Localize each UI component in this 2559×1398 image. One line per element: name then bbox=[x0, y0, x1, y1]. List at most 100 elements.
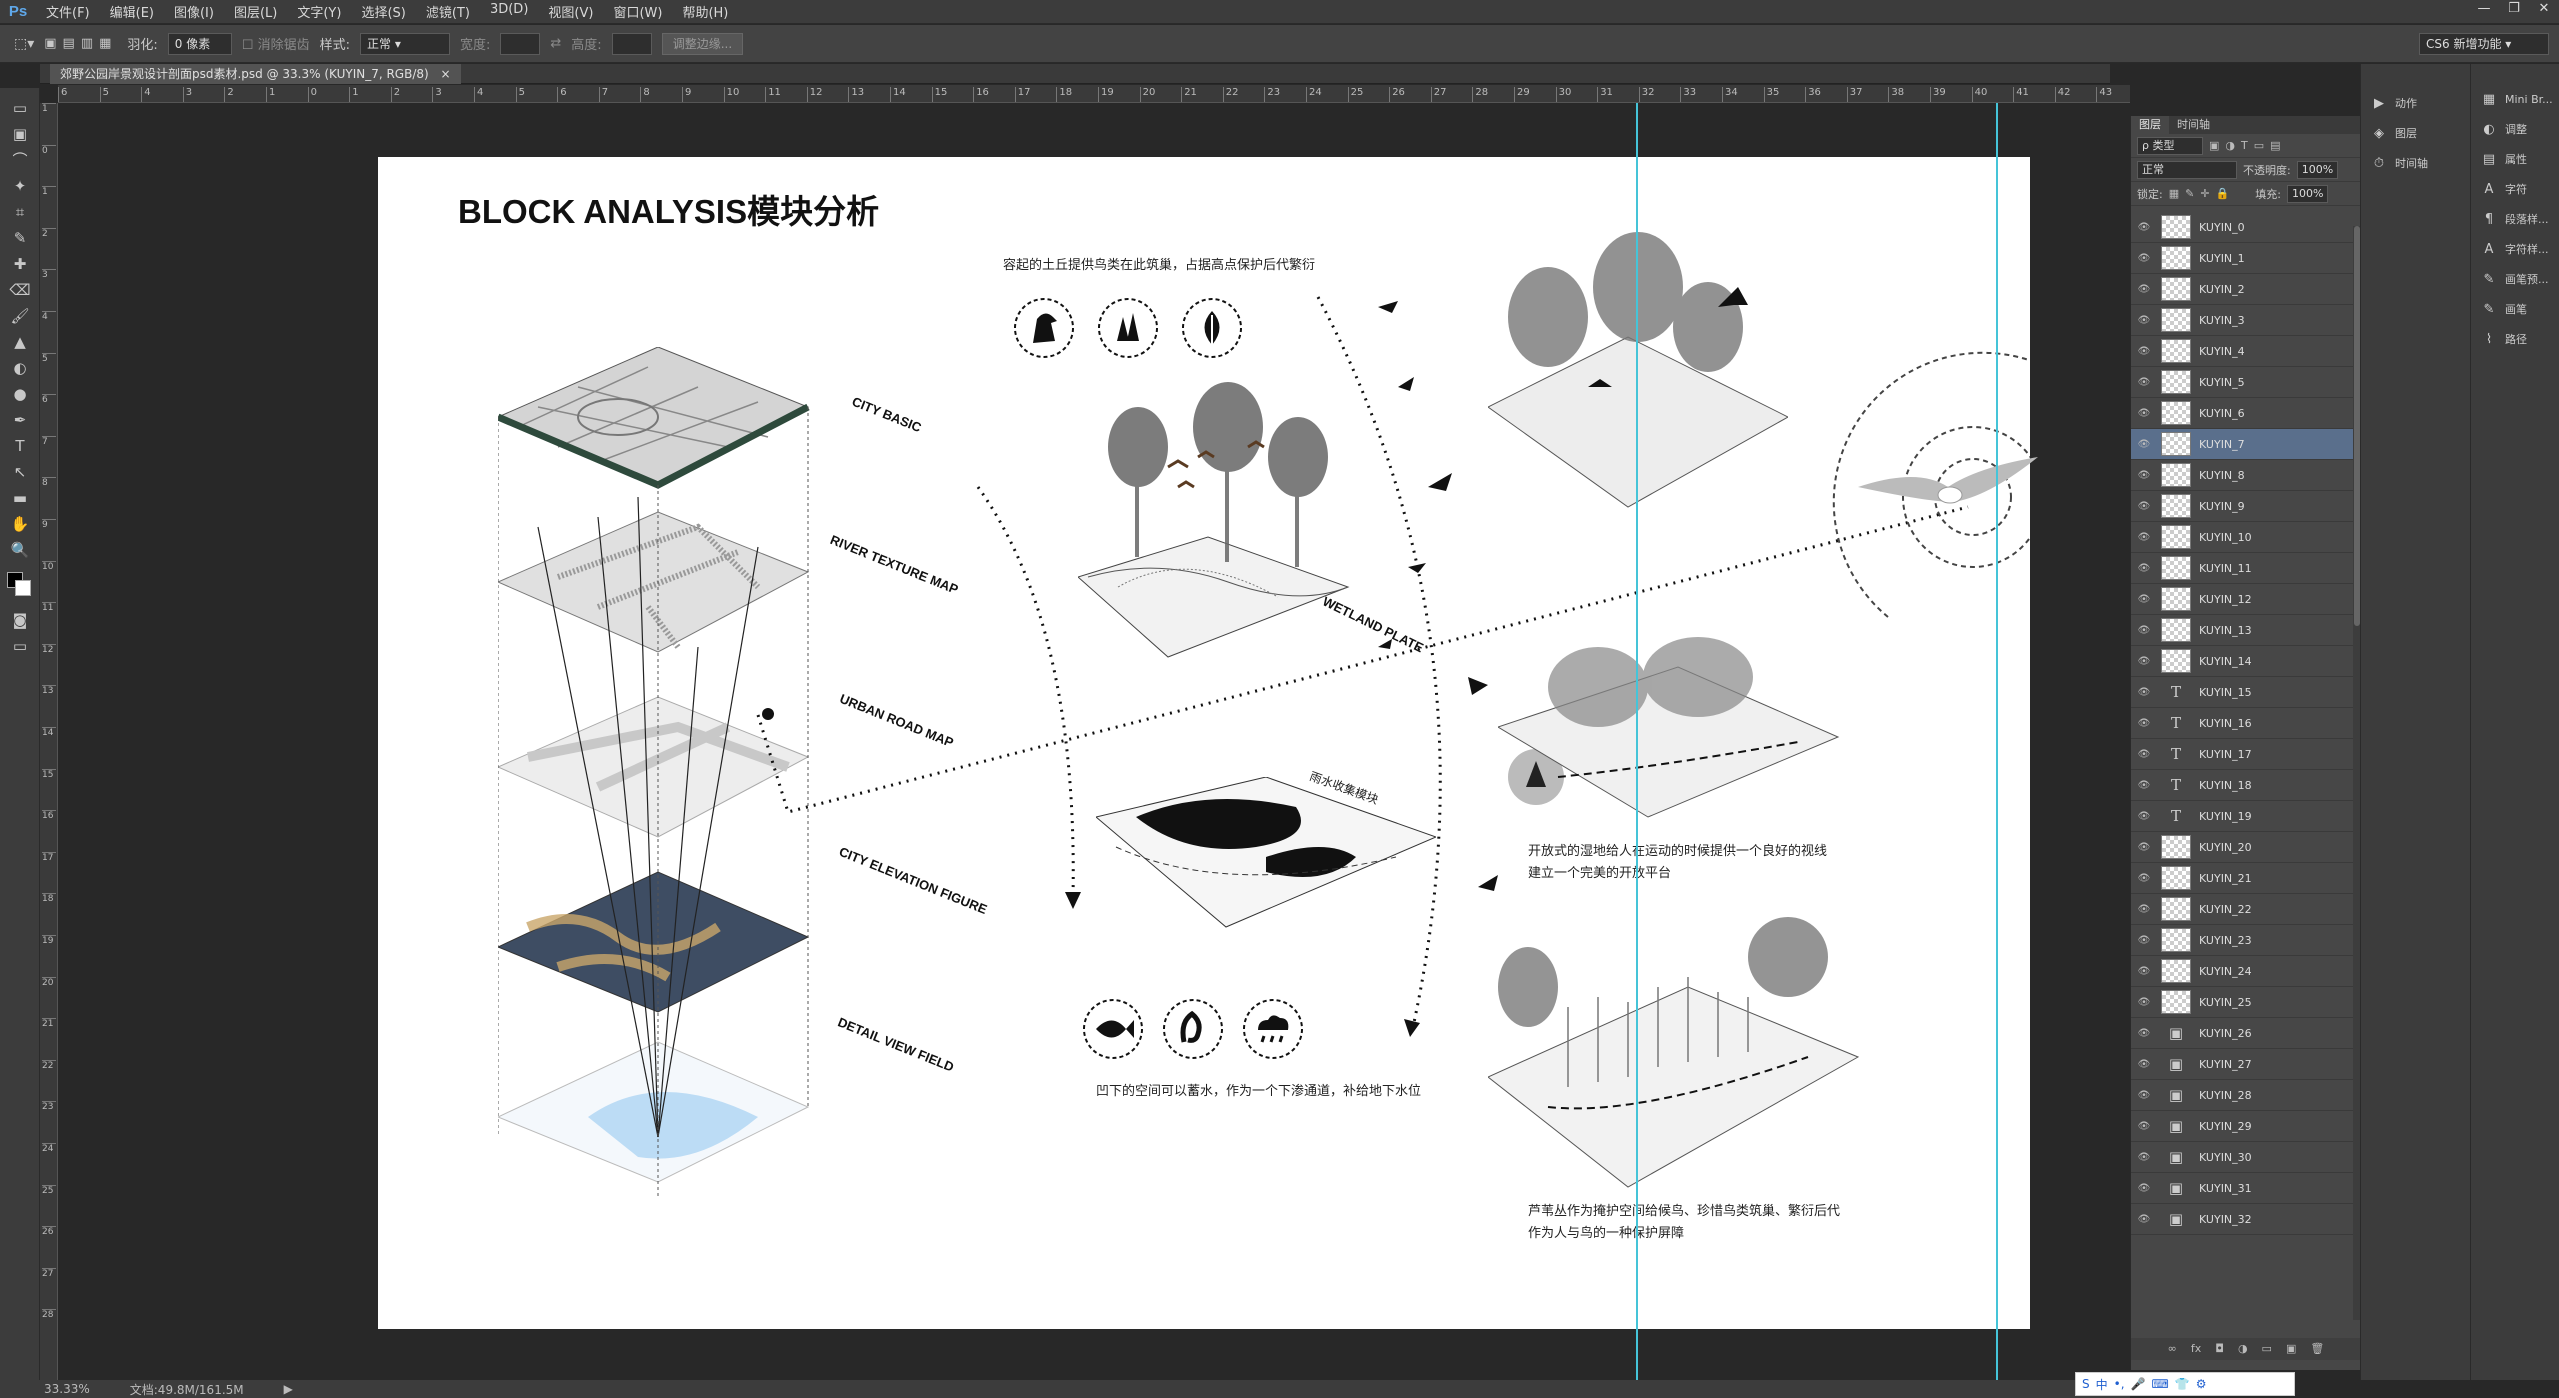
menu-item-0[interactable]: 文件(F) bbox=[36, 2, 100, 21]
minimize-button[interactable]: — bbox=[2469, 0, 2499, 18]
visibility-eye-icon[interactable]: 👁 bbox=[2131, 749, 2157, 760]
visibility-eye-icon[interactable]: 👁 bbox=[2131, 563, 2157, 574]
visibility-eye-icon[interactable]: 👁 bbox=[2131, 656, 2157, 667]
side-panel-item[interactable]: A 字符样... bbox=[2471, 234, 2559, 264]
workspace-select[interactable]: CS6 新增功能 ▾ bbox=[2419, 33, 2549, 55]
tool-15-icon[interactable]: ▬ bbox=[5, 486, 35, 510]
screen-mode-icon[interactable]: ▭ bbox=[5, 634, 35, 658]
background-color-swatch[interactable] bbox=[15, 580, 31, 596]
layer-row[interactable]: 👁 T KUYIN_15 bbox=[2131, 677, 2361, 708]
close-tab-icon[interactable]: × bbox=[441, 67, 451, 81]
layer-row[interactable]: 👁 ▣ KUYIN_29 bbox=[2131, 1111, 2361, 1142]
layers-footer-icon-2[interactable]: ◘ bbox=[2215, 1338, 2224, 1360]
tool-14-icon[interactable]: ↖ bbox=[5, 460, 35, 484]
side-panel-item[interactable]: ✎ 画笔 bbox=[2471, 294, 2559, 324]
tool-17-icon[interactable]: 🔍 bbox=[5, 538, 35, 562]
visibility-eye-icon[interactable]: 👁 bbox=[2131, 501, 2157, 512]
tool-3-icon[interactable]: ✦ bbox=[5, 174, 35, 198]
horizontal-ruler[interactable]: 6 5 4 3 2 1 0 1 2 3 4 5 6 7 8 9 10 11 12 13 14 15 16 17 18 19 20 21… bbox=[58, 85, 2130, 103]
menu-item-4[interactable]: 文字(Y) bbox=[287, 2, 351, 21]
vertical-ruler[interactable]: 1 0 1 2 3 4 5 6 7 8 9 10 11 12 13 14 15 16 17 18 19 20 21 22 23 2… bbox=[40, 103, 58, 1380]
layer-row[interactable]: 👁 KUYIN_2 bbox=[2131, 274, 2361, 305]
ime-icon-6[interactable]: ⚙ bbox=[2196, 1377, 2207, 1391]
visibility-eye-icon[interactable]: 👁 bbox=[2131, 532, 2157, 543]
menu-item-2[interactable]: 图像(I) bbox=[164, 2, 224, 21]
layer-row[interactable]: 👁 KUYIN_8 bbox=[2131, 460, 2361, 491]
layer-row[interactable]: 👁 ▣ KUYIN_28 bbox=[2131, 1080, 2361, 1111]
guide-line-1[interactable] bbox=[1636, 103, 1638, 1380]
marquee-tool-icon[interactable]: ⬚▾ bbox=[14, 36, 34, 52]
layer-row[interactable]: 👁 KUYIN_24 bbox=[2131, 956, 2361, 987]
document-canvas[interactable]: BLOCK ANALYSIS模块分析 CITY BASIC RIVER TEXT… bbox=[378, 157, 2038, 1329]
layer-row[interactable]: 👁 KUYIN_9 bbox=[2131, 491, 2361, 522]
side-panel-item[interactable]: ▶ 动作 bbox=[2361, 88, 2470, 118]
ime-icon-4[interactable]: ⌨ bbox=[2152, 1377, 2169, 1391]
tool-12-icon[interactable]: ✒ bbox=[5, 408, 35, 432]
width-input[interactable] bbox=[500, 32, 541, 55]
tool-6-icon[interactable]: ✚ bbox=[5, 252, 35, 276]
visibility-eye-icon[interactable]: 👁 bbox=[2131, 718, 2157, 729]
layer-row[interactable]: 👁 KUYIN_4 bbox=[2131, 336, 2361, 367]
layer-row[interactable]: 👁 ▣ KUYIN_31 bbox=[2131, 1173, 2361, 1204]
visibility-eye-icon[interactable]: 👁 bbox=[2131, 408, 2157, 419]
side-panel-item[interactable]: ◈ 图层 bbox=[2361, 118, 2470, 148]
layer-row[interactable]: 👁 KUYIN_10 bbox=[2131, 522, 2361, 553]
menu-item-1[interactable]: 编辑(E) bbox=[100, 2, 164, 21]
visibility-eye-icon[interactable]: 👁 bbox=[2131, 904, 2157, 915]
layer-row[interactable]: 👁 KUYIN_7 bbox=[2131, 429, 2361, 460]
tool-4-icon[interactable]: ⌗ bbox=[5, 200, 35, 224]
close-button[interactable]: ✕ bbox=[2529, 0, 2559, 18]
side-panel-item[interactable]: ▤ 属性 bbox=[2471, 144, 2559, 174]
visibility-eye-icon[interactable]: 👁 bbox=[2131, 222, 2157, 233]
tab-timeline[interactable]: 时间轴 bbox=[2169, 116, 2218, 134]
swap-icon[interactable]: ⇄ bbox=[550, 36, 561, 51]
menu-item-5[interactable]: 选择(S) bbox=[351, 2, 415, 21]
refine-edge-button[interactable]: 调整边缘... bbox=[661, 32, 744, 55]
side-panel-item[interactable]: ✎ 画笔预... bbox=[2471, 264, 2559, 294]
visibility-eye-icon[interactable]: 👁 bbox=[2131, 377, 2157, 388]
layer-row[interactable]: 👁 T KUYIN_19 bbox=[2131, 801, 2361, 832]
side-panel-item[interactable]: ⏱ 时间轴 bbox=[2361, 148, 2470, 178]
layer-filter-select[interactable]: ρ 类型 bbox=[2137, 136, 2203, 155]
foreground-background-colors[interactable] bbox=[5, 570, 35, 600]
menu-item-6[interactable]: 滤镜(T) bbox=[416, 2, 480, 21]
guide-line-2[interactable] bbox=[1996, 103, 1998, 1380]
tool-0-icon[interactable]: ▭ bbox=[5, 96, 35, 120]
quick-mask-icon[interactable]: ◙ bbox=[5, 608, 35, 632]
restore-button[interactable]: ❐ bbox=[2499, 0, 2529, 18]
canvas-area[interactable]: BLOCK ANALYSIS模块分析 CITY BASIC RIVER TEXT… bbox=[58, 103, 2130, 1380]
blend-mode-select[interactable]: 正常 bbox=[2137, 160, 2237, 179]
selection-mode-icons[interactable]: ▣▤▥▦ bbox=[44, 36, 117, 51]
visibility-eye-icon[interactable]: 👁 bbox=[2131, 780, 2157, 791]
visibility-eye-icon[interactable]: 👁 bbox=[2131, 1090, 2157, 1101]
opacity-input[interactable]: 100% bbox=[2296, 160, 2339, 179]
visibility-eye-icon[interactable]: 👁 bbox=[2131, 346, 2157, 357]
visibility-eye-icon[interactable]: 👁 bbox=[2131, 687, 2157, 698]
layer-row[interactable]: 👁 ▣ KUYIN_27 bbox=[2131, 1049, 2361, 1080]
visibility-eye-icon[interactable]: 👁 bbox=[2131, 842, 2157, 853]
tool-7-icon[interactable]: ⌫ bbox=[5, 278, 35, 302]
side-panel-item[interactable]: ◐ 调整 bbox=[2471, 114, 2559, 144]
visibility-eye-icon[interactable]: 👁 bbox=[2131, 1059, 2157, 1070]
height-input[interactable] bbox=[611, 32, 652, 55]
tool-13-icon[interactable]: T bbox=[5, 434, 35, 458]
zoom-level[interactable]: 33.33% bbox=[44, 1382, 90, 1396]
visibility-eye-icon[interactable]: 👁 bbox=[2131, 315, 2157, 326]
layers-footer-icon-3[interactable]: ◑ bbox=[2238, 1338, 2248, 1360]
visibility-eye-icon[interactable]: 👁 bbox=[2131, 1121, 2157, 1132]
layer-row[interactable]: 👁 T KUYIN_16 bbox=[2131, 708, 2361, 739]
ime-icon-5[interactable]: 👕 bbox=[2175, 1377, 2190, 1391]
menu-item-10[interactable]: 帮助(H) bbox=[672, 2, 738, 21]
layers-footer-icon-0[interactable]: ∞ bbox=[2168, 1338, 2177, 1360]
menu-item-9[interactable]: 窗口(W) bbox=[603, 2, 672, 21]
visibility-eye-icon[interactable]: 👁 bbox=[2131, 439, 2157, 450]
layer-row[interactable]: 👁 KUYIN_13 bbox=[2131, 615, 2361, 646]
lock-icons[interactable]: ▦✎✛🔒 bbox=[2169, 187, 2236, 200]
layer-row[interactable]: 👁 T KUYIN_18 bbox=[2131, 770, 2361, 801]
tab-layers[interactable]: 图层 bbox=[2131, 116, 2169, 134]
layer-row[interactable]: 👁 KUYIN_5 bbox=[2131, 367, 2361, 398]
filter-icons[interactable]: ▣◑T▭▤ bbox=[2209, 139, 2287, 152]
layer-row[interactable]: 👁 KUYIN_25 bbox=[2131, 987, 2361, 1018]
feather-input[interactable]: 0 像素 bbox=[167, 32, 232, 55]
fill-input[interactable]: 100% bbox=[2286, 184, 2329, 203]
